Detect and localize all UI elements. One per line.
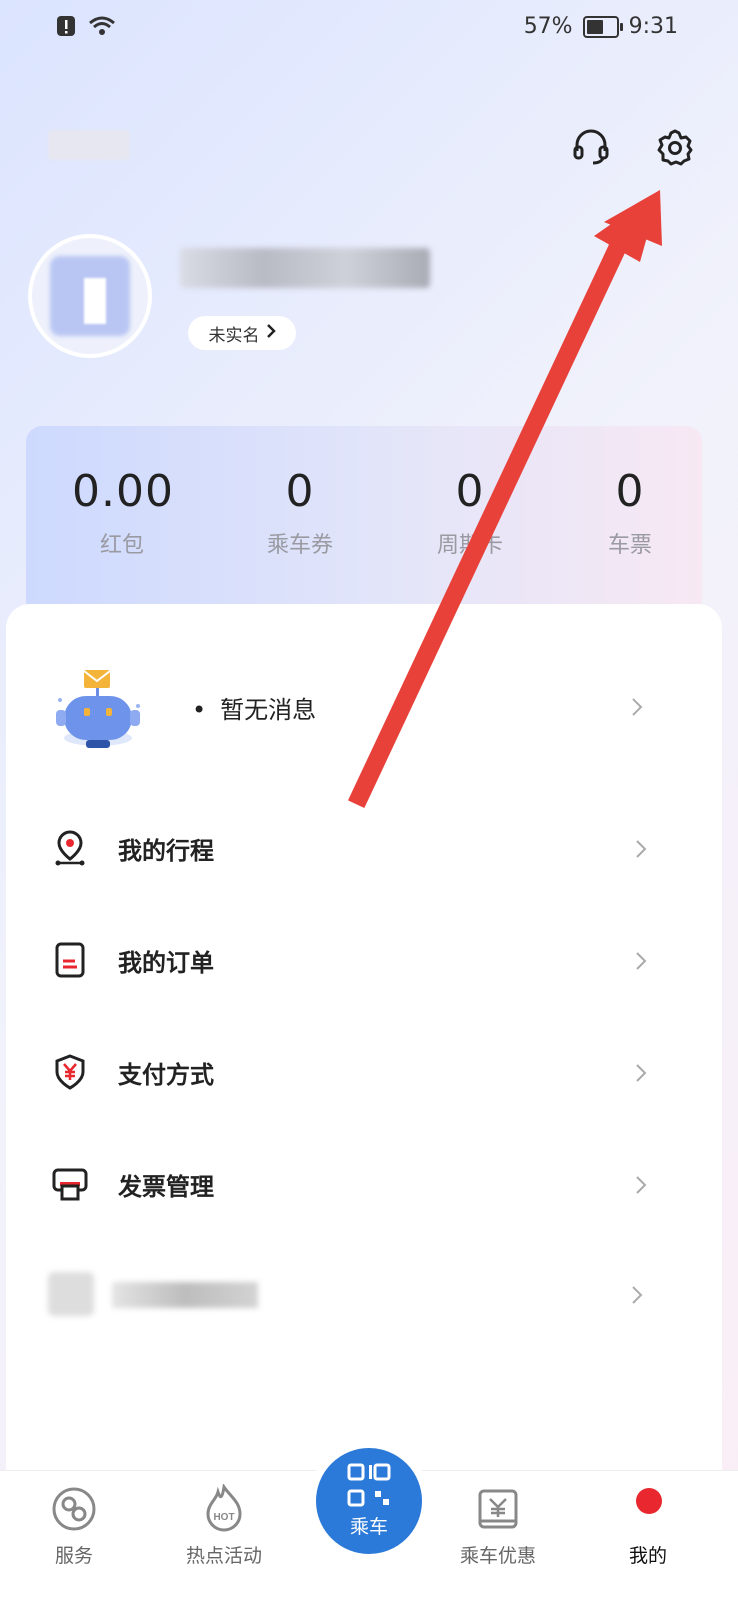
stat-ride-coupon[interactable]: 0 乘车券: [250, 466, 350, 559]
nav-label: 服务: [54, 1545, 93, 1567]
menu-item-my-orders[interactable]: 我的订单: [6, 910, 722, 1010]
nav-label: 乘车: [349, 1516, 388, 1538]
stat-value: 0: [285, 466, 315, 517]
nav-service[interactable]: 服务: [14, 1483, 134, 1568]
nav-hot-activities[interactable]: HOT 热点活动: [164, 1483, 284, 1568]
menu-item-payment-methods[interactable]: 支付方式: [6, 1022, 722, 1122]
battery-percent: 57%: [523, 14, 573, 39]
chevron-right-icon: [634, 1062, 654, 1082]
notification-badge: [636, 1488, 662, 1514]
service-icon: [48, 1483, 100, 1535]
menu-item-label: 我的订单: [118, 948, 214, 977]
stat-period-card[interactable]: 0 周期卡: [420, 466, 520, 559]
robot-mail-icon: [50, 668, 146, 752]
nav-ride-button[interactable]: 乘车: [308, 1440, 430, 1562]
stat-value: 0: [615, 466, 645, 517]
yen-shield-icon: [50, 1052, 90, 1092]
hot-icon: HOT: [198, 1483, 250, 1535]
wifi-icon: [88, 15, 116, 41]
customer-service-icon[interactable]: [568, 124, 614, 170]
chevron-right-icon: [634, 950, 654, 970]
clock: 9:31: [628, 14, 678, 39]
stat-label: 车票: [607, 533, 652, 558]
chevron-right-icon: [630, 696, 644, 722]
battery-icon: [582, 15, 623, 38]
stat-red-packet[interactable]: 0.00 红包: [72, 466, 174, 559]
message-text: 暂无消息: [220, 696, 317, 724]
alert-icon: [56, 14, 76, 42]
chevron-right-icon: [634, 1174, 654, 1194]
verify-label: 未实名: [208, 325, 260, 346]
blurred-menu-icon: [48, 1272, 94, 1316]
blurred-menu-label: [112, 1282, 258, 1308]
menu-item-invoice-management[interactable]: 发票管理: [6, 1134, 722, 1234]
verify-identity-button[interactable]: 未实名: [188, 316, 296, 350]
stat-label: 周期卡: [436, 533, 503, 558]
chevron-right-icon: [634, 838, 654, 858]
svg-text:HOT: HOT: [213, 1512, 234, 1523]
settings-gear-icon[interactable]: [652, 124, 698, 170]
nav-ride-discounts[interactable]: 乘车优惠: [438, 1483, 558, 1568]
nav-label: 乘车优惠: [459, 1545, 536, 1567]
location-pin-icon: [50, 828, 90, 868]
chevron-right-icon: [266, 323, 276, 344]
stat-value: 0.00: [72, 466, 174, 517]
blurred-header-text: [48, 130, 130, 160]
nav-label: 热点活动: [185, 1545, 262, 1567]
status-bar: 57% 9:31: [0, 0, 738, 56]
discount-icon: [472, 1483, 524, 1535]
message-status[interactable]: • 暂无消息: [192, 690, 316, 725]
qr-code-icon: [347, 1463, 391, 1512]
menu-item-my-trips[interactable]: 我的行程: [6, 798, 722, 898]
menu-item-label: 支付方式: [118, 1060, 214, 1089]
printer-icon: [50, 1164, 90, 1204]
blurred-username: [180, 248, 430, 288]
avatar[interactable]: [28, 234, 152, 358]
wallet-stats-card: 0.00 红包 0 乘车券 0 周期卡 0 车票: [26, 426, 702, 616]
stat-label: 乘车券: [266, 533, 333, 558]
order-icon: [50, 940, 90, 980]
chevron-right-icon: [630, 1284, 644, 1310]
menu-item-label: 我的行程: [118, 836, 214, 865]
menu-item-label: 发票管理: [118, 1172, 214, 1201]
stat-label: 红包: [99, 533, 144, 558]
stat-ticket[interactable]: 0 车票: [580, 466, 680, 559]
nav-label: 我的: [628, 1545, 667, 1567]
stat-value: 0: [455, 466, 485, 517]
